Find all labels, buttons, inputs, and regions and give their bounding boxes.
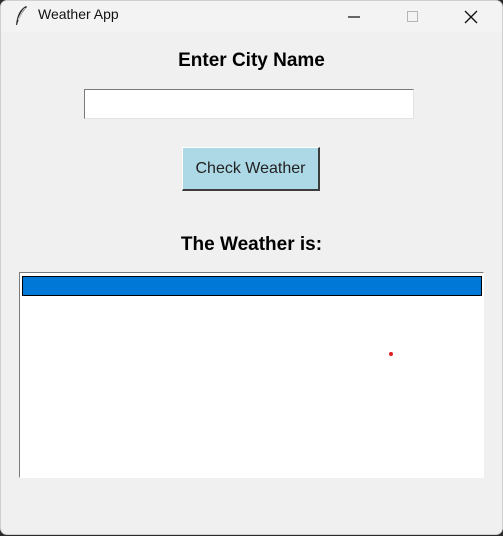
maximize-icon bbox=[407, 10, 418, 22]
weather-result-box[interactable] bbox=[19, 272, 484, 478]
minimize-button[interactable] bbox=[331, 1, 377, 32]
city-input[interactable] bbox=[84, 89, 414, 119]
title-bar[interactable]: Weather App bbox=[1, 1, 502, 32]
minimize-icon bbox=[348, 15, 360, 18]
maximize-button[interactable] bbox=[390, 1, 436, 32]
window-title: Weather App bbox=[38, 6, 119, 22]
result-selected-line[interactable] bbox=[22, 276, 482, 296]
cursor-indicator bbox=[389, 352, 393, 356]
feather-icon bbox=[13, 5, 29, 27]
check-weather-button[interactable]: Check Weather bbox=[182, 147, 320, 191]
weather-result-heading: The Weather is: bbox=[180, 234, 323, 255]
app-window: Weather App Enter City Name Check Weathe… bbox=[0, 0, 503, 535]
city-name-label: Enter City Name bbox=[178, 50, 325, 71]
close-button[interactable] bbox=[448, 1, 494, 32]
close-icon bbox=[464, 10, 478, 23]
